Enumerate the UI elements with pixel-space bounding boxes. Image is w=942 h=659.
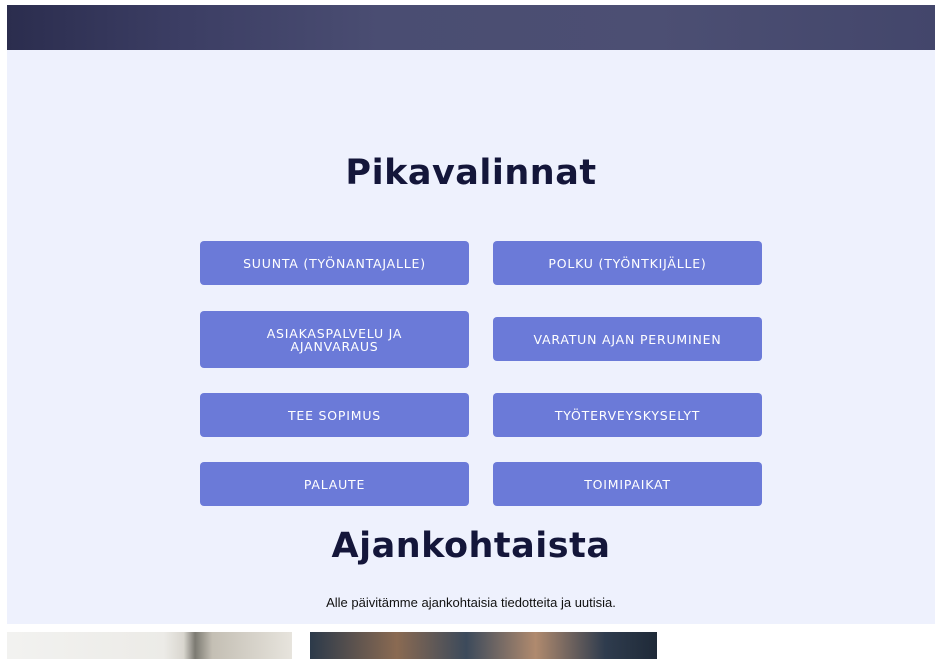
suunta-button[interactable]: SUUNTA (TYÖNANTAJALLE)	[200, 241, 469, 285]
quick-links-title: Pikavalinnat	[345, 153, 597, 193]
polku-button[interactable]: POLKU (TYÖNTKIJÄLLE)	[493, 241, 762, 285]
customer-service-booking-button[interactable]: ASIAKASPALVELU JA AJANVARAUS	[200, 311, 469, 368]
news-image-1[interactable]	[7, 632, 292, 659]
cancel-appointment-button[interactable]: VARATUN AJAN PERUMINEN	[493, 317, 762, 361]
locations-button[interactable]: TOIMIPAIKAT	[493, 462, 762, 506]
feedback-button[interactable]: PALAUTE	[200, 462, 469, 506]
hero-banner-image	[7, 5, 935, 50]
quick-links-section: Pikavalinnat SUUNTA (TYÖNANTAJALLE) POLK…	[7, 50, 935, 624]
health-surveys-button[interactable]: TYÖTERVEYSKYSELYT	[493, 393, 762, 437]
make-contract-button[interactable]: TEE SOPIMUS	[200, 393, 469, 437]
news-title: Ajankohtaista	[331, 526, 611, 566]
news-intro-text: Alle päivitämme ajankohtaisia tiedotteit…	[326, 595, 616, 610]
page: Pikavalinnat SUUNTA (TYÖNANTAJALLE) POLK…	[0, 0, 942, 659]
news-image-2[interactable]	[310, 632, 657, 659]
